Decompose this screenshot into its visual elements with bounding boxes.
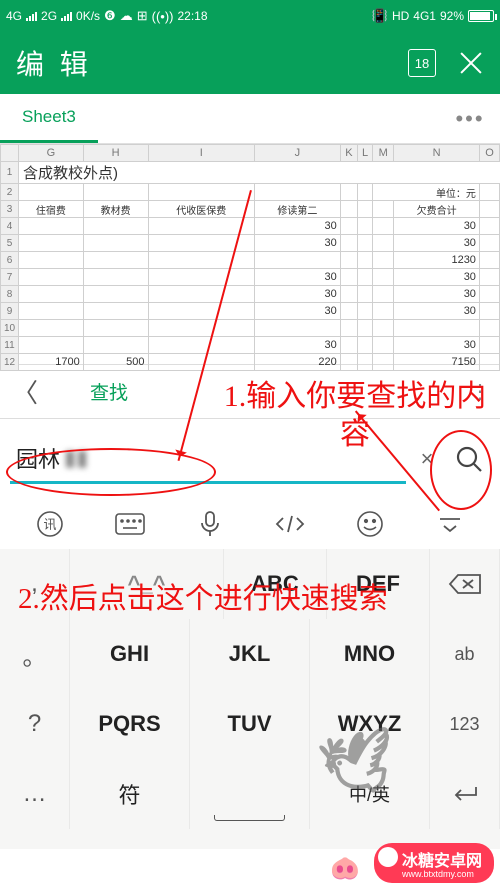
hotspot-icon: ((•)) — [152, 9, 174, 24]
clear-icon[interactable]: × — [412, 446, 442, 472]
battery-pct: 92% — [440, 9, 464, 23]
ime-logo-icon[interactable]: 讯 — [20, 510, 80, 538]
cell[interactable]: 1700 — [19, 354, 84, 371]
cell[interactable]: 30 — [255, 286, 341, 303]
key-divider: ^_^ — [70, 549, 224, 619]
key-ellipsis[interactable]: … — [0, 759, 70, 829]
keyboard-icon[interactable] — [100, 513, 160, 535]
vibrate-icon: 📳 — [372, 8, 388, 24]
battery-icon — [468, 10, 494, 22]
col-h[interactable]: H — [83, 145, 148, 162]
find-bar: 〈 查找 ⋮ — [0, 364, 500, 419]
find-menu-icon[interactable]: ⋮ — [460, 379, 500, 404]
code-icon[interactable] — [260, 512, 320, 536]
cell[interactable]: 30 — [394, 286, 480, 303]
key-jkl[interactable]: JKL — [190, 619, 310, 689]
mic-icon[interactable] — [180, 510, 240, 538]
col-i[interactable]: I — [148, 145, 255, 162]
search-blurred: ▮▮ — [64, 445, 88, 471]
search-icon[interactable] — [448, 438, 490, 480]
signal-bars-2 — [61, 11, 72, 21]
cell[interactable]: 30 — [255, 269, 341, 286]
cell[interactable]: 30 — [255, 218, 341, 235]
network-2: 2G — [41, 9, 57, 23]
cell[interactable]: 30 — [394, 269, 480, 286]
network-3: 4G1 — [413, 9, 436, 23]
key-question[interactable]: ? — [0, 689, 70, 759]
ime-toolbar: 讯 — [0, 499, 500, 549]
back-icon[interactable]: 〈 — [0, 373, 50, 410]
music-icon: ❻ — [104, 8, 116, 24]
cell[interactable]: 30 — [394, 235, 480, 252]
col-l[interactable]: L — [358, 145, 373, 162]
col-m[interactable]: M — [373, 145, 394, 162]
col-k[interactable]: K — [340, 145, 357, 162]
col-n[interactable]: N — [394, 145, 480, 162]
watermark-mascot: 🐽 — [330, 854, 360, 883]
cell[interactable]: 30 — [255, 235, 341, 252]
spreadsheet[interactable]: G H I J K L M N O 1含成教校外点) 2单位：元 3 住宿费 教… — [0, 144, 500, 364]
col-o[interactable]: O — [479, 145, 499, 162]
search-value: 园林 — [16, 442, 60, 474]
app-icon: ⊞ — [137, 8, 148, 24]
sheet-tabs: Sheet3 ••• — [0, 94, 500, 144]
tab-sheet3[interactable]: Sheet3 — [0, 94, 98, 143]
network-1: 4G — [6, 9, 22, 23]
cell[interactable]: 30 — [255, 303, 341, 320]
cell[interactable]: 220 — [255, 354, 341, 371]
clock: 22:18 — [177, 9, 207, 23]
unit-label[interactable]: 单位：元 — [373, 184, 480, 201]
cell[interactable]: 30 — [394, 303, 480, 320]
key-backspace[interactable] — [430, 549, 500, 619]
title-cell[interactable]: 含成教校外点) — [19, 162, 500, 184]
hdr-i[interactable]: 代收医保费 — [148, 201, 255, 218]
hdr-h[interactable]: 教材费 — [83, 201, 148, 218]
cell[interactable]: 7150 — [394, 354, 480, 371]
key-ab[interactable]: ab — [430, 619, 500, 689]
search-input[interactable]: 园林 ▮▮ — [10, 434, 406, 484]
key-def[interactable]: DEF — [327, 549, 430, 619]
cell[interactable]: 500 — [83, 354, 148, 371]
status-bar: 4G 2G 0K/s ❻ ☁ ⊞ ((•)) 22:18 📳 HD 4G1 92… — [0, 0, 500, 32]
cell-badge[interactable]: 18 — [408, 49, 436, 77]
key-ghi[interactable]: GHI — [70, 619, 190, 689]
key-comma[interactable]: , — [0, 549, 70, 619]
keypad: , ^_^ ABC DEF 。 GHI JKL MNO ab ? PQRS TU… — [0, 549, 500, 849]
find-label[interactable]: 查找 — [50, 378, 460, 405]
svg-text:讯: 讯 — [43, 517, 56, 532]
key-space[interactable]: 🕊 — [190, 759, 310, 829]
cell[interactable]: 30 — [255, 337, 341, 354]
hdr-g[interactable]: 住宿费 — [19, 201, 84, 218]
cloud-icon: ☁ — [120, 8, 133, 24]
key-enter[interactable] — [430, 759, 500, 829]
net-speed: 0K/s — [76, 9, 100, 23]
app-bar: 编 辑 18 — [0, 32, 500, 94]
key-tuv[interactable]: TUV — [190, 689, 310, 759]
key-symbol[interactable]: 符 — [70, 759, 190, 829]
corner-cell — [1, 145, 19, 162]
hd-label: HD — [392, 9, 409, 23]
key-123[interactable]: 123 — [430, 689, 500, 759]
col-g[interactable]: G — [19, 145, 84, 162]
hdr-j[interactable]: 修读第二 — [255, 201, 341, 218]
collapse-icon[interactable] — [420, 514, 480, 534]
cell[interactable]: 1230 — [394, 252, 480, 269]
key-abc[interactable]: ABC — [224, 549, 327, 619]
cell[interactable]: 30 — [394, 337, 480, 354]
tabs-more-icon[interactable]: ••• — [440, 94, 500, 143]
watermark: 冰糖安卓网 www.btxtdmy.com — [374, 843, 494, 883]
hdr-n[interactable]: 欠费合计 — [394, 201, 480, 218]
emoji-icon[interactable] — [340, 510, 400, 538]
col-j[interactable]: J — [255, 145, 341, 162]
signal-bars-1 — [26, 11, 37, 21]
crane-decoration: 🕊 — [314, 722, 401, 805]
close-icon[interactable] — [456, 49, 484, 77]
search-row: 园林 ▮▮ × — [0, 419, 500, 499]
page-title: 编 辑 — [16, 43, 92, 83]
cell[interactable]: 30 — [394, 218, 480, 235]
key-pqrs[interactable]: PQRS — [70, 689, 190, 759]
key-period[interactable]: 。 — [0, 619, 70, 689]
key-mno[interactable]: MNO — [310, 619, 430, 689]
